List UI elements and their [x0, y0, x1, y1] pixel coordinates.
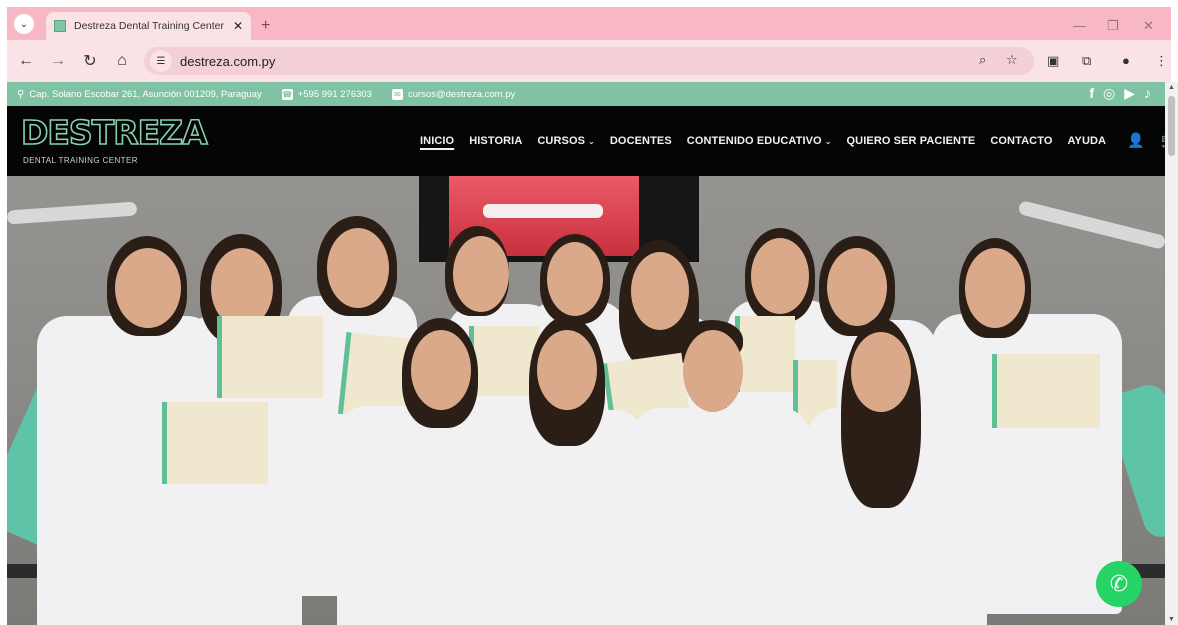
site-header: DESTREZA DENTAL TRAINING CENTER INICIO H…: [7, 106, 1178, 176]
user-account-icon[interactable]: 👤: [1127, 132, 1144, 149]
phone-info[interactable]: ☎ +595 991 276303: [272, 88, 372, 100]
profile-avatar-icon[interactable]: ●: [1122, 53, 1130, 68]
chevron-down-icon: ⌄: [588, 136, 595, 146]
browser-tab-strip: ⌄ Destreza Dental Training Center - ✕ + …: [7, 7, 1171, 40]
menu-item-cursos[interactable]: CURSOS ⌄: [537, 135, 594, 147]
certificate: [162, 402, 268, 484]
more-menu-icon[interactable]: ⋮: [1155, 53, 1168, 69]
tab-search-button[interactable]: ⌄: [14, 14, 34, 34]
social-links: f ◎ ▶ ♪: [1089, 85, 1151, 102]
tab-title: Destreza Dental Training Center -: [74, 20, 227, 32]
site-info-icon[interactable]: ☰: [150, 50, 172, 72]
chevron-down-icon: ⌄: [824, 136, 832, 146]
menu-item-historia[interactable]: HISTORIA: [469, 135, 522, 147]
menu-label: CONTENIDO EDUCATIVO: [686, 134, 822, 147]
scroll-down-icon[interactable]: ▼: [1168, 616, 1175, 623]
facebook-icon[interactable]: f: [1089, 85, 1094, 102]
new-tab-icon[interactable]: +: [261, 17, 270, 35]
tiktok-icon[interactable]: ♪: [1144, 85, 1151, 102]
puzzle-icon[interactable]: ⧉: [1082, 53, 1091, 69]
chevron-down-icon: ⌄: [19, 18, 29, 30]
logo-wordmark: DESTREZA: [20, 113, 208, 153]
instagram-icon[interactable]: ◎: [1103, 85, 1115, 102]
extension-icon[interactable]: ▣: [1047, 53, 1059, 69]
certificate: [992, 354, 1100, 428]
certificate: [735, 316, 795, 392]
whatsapp-icon: ✆: [1109, 571, 1129, 596]
youtube-icon[interactable]: ▶: [1124, 85, 1135, 102]
forward-icon[interactable]: →: [45, 48, 71, 74]
scroll-up-icon[interactable]: ▲: [1168, 84, 1175, 91]
location-pin-icon: ⚲: [17, 88, 25, 100]
back-icon[interactable]: ←: [13, 48, 39, 74]
browser-toolbar: ← → ↻ ⌂ ☰ destreza.com.py ⌕ ☆ ▣ ⧉ ● ⋮: [7, 40, 1171, 82]
address-bar[interactable]: ☰ destreza.com.py ⌕ ☆: [144, 47, 1034, 75]
whatsapp-chat-button[interactable]: ✆: [1096, 561, 1142, 607]
hero-banner: ✆: [7, 176, 1165, 625]
address-info: ⚲ Cap. Solano Escobar 261, Asunción 0012…: [17, 89, 262, 100]
email-text[interactable]: cursos@destreza.com.py: [408, 89, 515, 100]
mail-icon: ✉: [391, 88, 403, 100]
star-icon[interactable]: ☆: [1006, 52, 1018, 68]
phone-text[interactable]: +595 991 276303: [298, 89, 372, 100]
close-icon[interactable]: ✕: [233, 19, 243, 33]
restore-icon[interactable]: ❐: [1107, 18, 1119, 34]
menu-label: CURSOS: [537, 134, 586, 147]
phone-icon: ☎: [281, 88, 293, 100]
menu-item-quiero-ser-paciente[interactable]: QUIERO SER PACIENTE: [847, 135, 976, 147]
home-icon[interactable]: ⌂: [109, 48, 135, 74]
browser-tab[interactable]: Destreza Dental Training Center - ✕: [46, 12, 251, 40]
menu-item-contenido-educativo[interactable]: CONTENIDO EDUCATIVO ⌄: [687, 135, 832, 147]
reload-icon[interactable]: ↻: [77, 48, 103, 74]
logo-tagline: DENTAL TRAINING CENTER: [23, 156, 138, 165]
menu-item-contacto[interactable]: CONTACTO: [990, 135, 1052, 147]
dental-lamp: [1017, 200, 1165, 250]
minimize-icon[interactable]: —: [1073, 18, 1086, 33]
url-text[interactable]: destreza.com.py: [180, 54, 275, 69]
window-close-icon[interactable]: ✕: [1143, 18, 1154, 34]
address-text: Cap. Solano Escobar 261, Asunción 001209…: [29, 88, 262, 100]
menu-item-docentes[interactable]: DOCENTES: [610, 135, 672, 147]
certificate: [217, 316, 323, 398]
scroll-thumb[interactable]: [1168, 96, 1175, 156]
favicon-icon: [54, 20, 66, 32]
menu-item-inicio[interactable]: INICIO: [420, 135, 454, 147]
email-info[interactable]: ✉ cursos@destreza.com.py: [382, 88, 515, 100]
dental-lamp: [7, 201, 138, 225]
zoom-icon[interactable]: ⌕: [979, 52, 986, 68]
contact-bar: ⚲ Cap. Solano Escobar 261, Asunción 0012…: [7, 82, 1165, 106]
menu-item-ayuda[interactable]: AYUDA: [1067, 135, 1106, 147]
page-scrollbar[interactable]: ▲ ▼: [1165, 82, 1178, 625]
site-logo[interactable]: DESTREZA DENTAL TRAINING CENTER: [20, 113, 208, 170]
main-menu: INICIO HISTORIA CURSOS ⌄ DOCENTES CONTENI…: [420, 132, 1178, 149]
